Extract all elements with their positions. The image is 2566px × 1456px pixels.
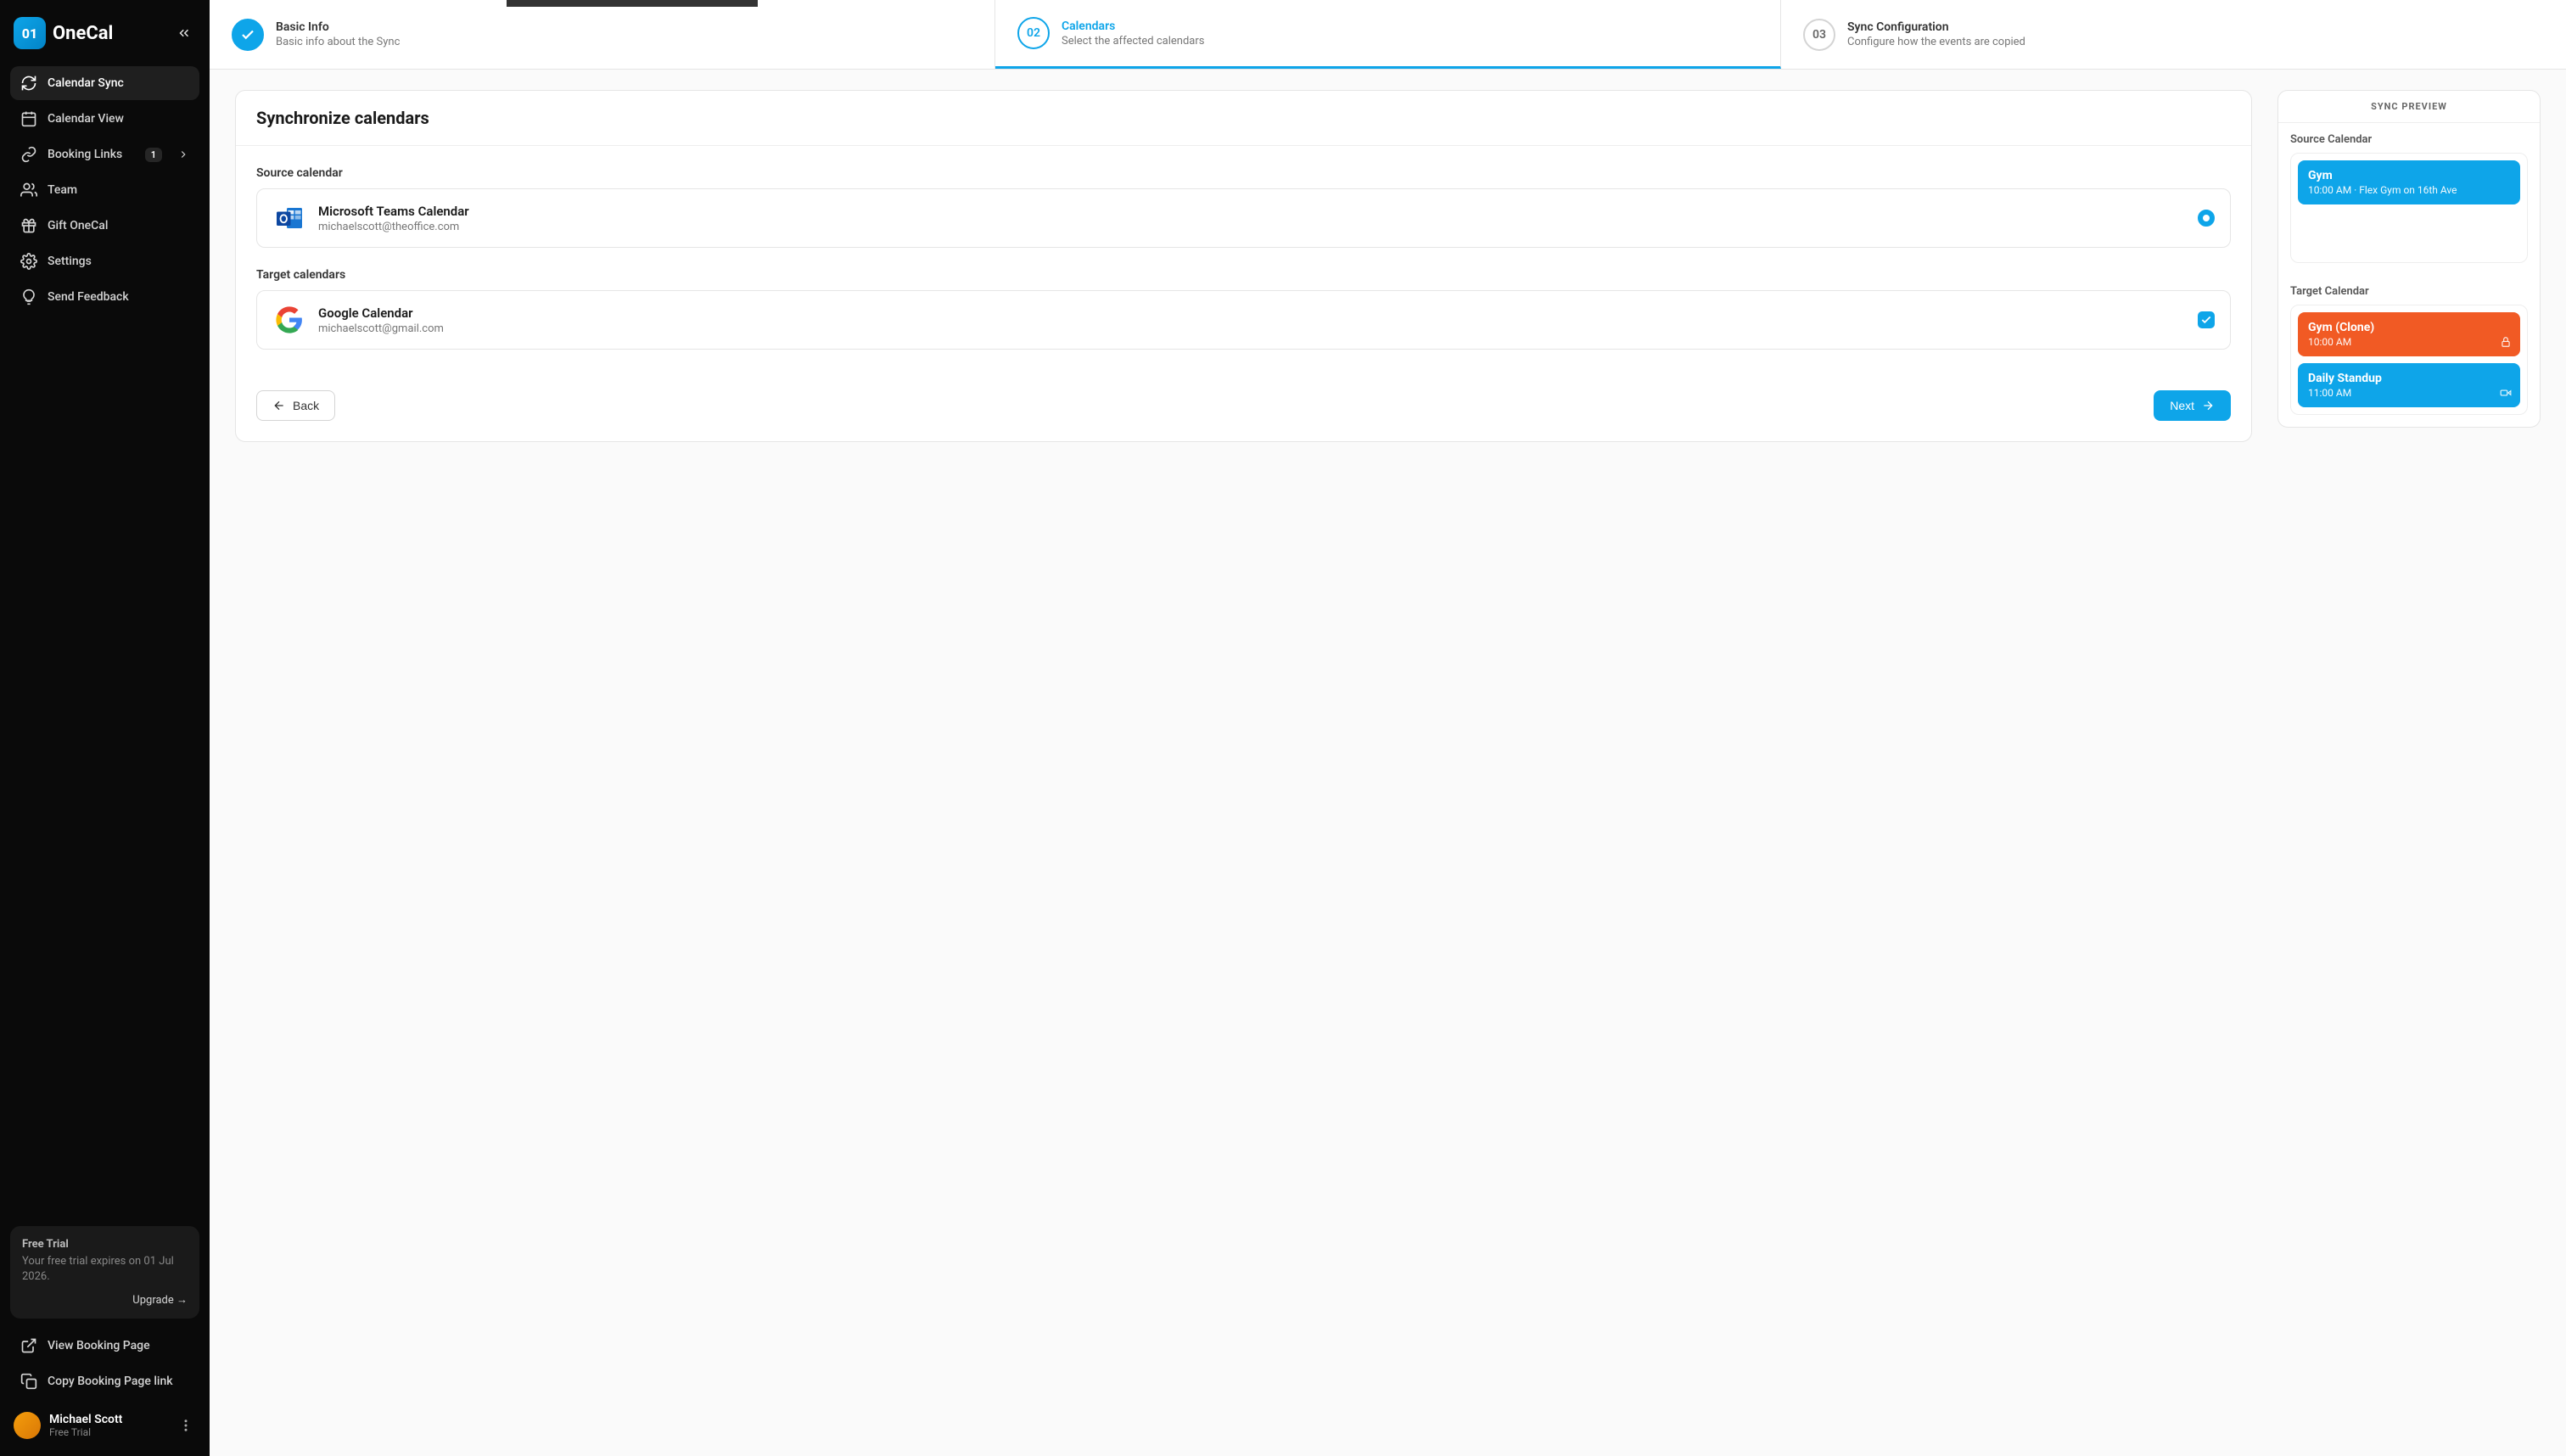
logo[interactable]: 01 OneCal bbox=[14, 17, 113, 49]
event-title: Daily Standup bbox=[2308, 372, 2510, 385]
preview-event: Gym (Clone) 10:00 AM bbox=[2298, 312, 2520, 356]
nav-team[interactable]: Team bbox=[10, 173, 199, 207]
nav-badge: 1 bbox=[145, 148, 162, 162]
upgrade-link[interactable]: Upgrade → bbox=[22, 1293, 188, 1307]
next-label: Next bbox=[2170, 399, 2194, 412]
copy-icon bbox=[20, 1373, 37, 1390]
target-calendars-label: Target calendars bbox=[256, 268, 2231, 282]
step-number: 03 bbox=[1803, 19, 1835, 51]
stepper: Basic Info Basic info about the Sync 02 … bbox=[210, 0, 2566, 70]
copy-booking-link[interactable]: Copy Booking Page link bbox=[10, 1364, 199, 1398]
chevrons-left-icon bbox=[176, 25, 192, 41]
user-name: Michael Scott bbox=[49, 1413, 122, 1426]
step-title: Sync Configuration bbox=[1847, 20, 2025, 34]
nav-booking-links[interactable]: Booking Links 1 bbox=[10, 137, 199, 171]
main-content: Basic Info Basic info about the Sync 02 … bbox=[210, 0, 2566, 1456]
lock-icon bbox=[2500, 336, 2512, 348]
calendar-email: michaelscott@theoffice.com bbox=[318, 221, 469, 233]
chevron-right-icon bbox=[177, 148, 189, 160]
main-nav: Calendar Sync Calendar View Booking Link… bbox=[10, 66, 199, 314]
trial-title: Free Trial bbox=[22, 1238, 188, 1251]
avatar bbox=[14, 1412, 41, 1439]
source-calendar-label: Source calendar bbox=[256, 166, 2231, 180]
logo-badge: 01 bbox=[14, 17, 46, 49]
check-icon bbox=[2200, 314, 2212, 326]
view-booking-page-link[interactable]: View Booking Page bbox=[10, 1329, 199, 1363]
target-calendar-option[interactable]: Google Calendar michaelscott@gmail.com bbox=[256, 290, 2231, 350]
gear-icon bbox=[20, 253, 37, 270]
event-subtitle: 10:00 AM · Flex Gym on 16th Ave bbox=[2308, 184, 2510, 196]
preview-event: Gym 10:00 AM · Flex Gym on 16th Ave bbox=[2298, 160, 2520, 204]
sync-form-card: Synchronize calendars Source calendar Mi… bbox=[235, 90, 2252, 442]
step-title: Basic Info bbox=[276, 20, 400, 34]
event-title: Gym (Clone) bbox=[2308, 321, 2510, 334]
sidebar: 01 OneCal Calendar Sync Calendar View Bo… bbox=[0, 0, 210, 1456]
arrow-right-icon bbox=[2201, 399, 2215, 412]
nav-label: Send Feedback bbox=[48, 290, 129, 304]
trial-card: Free Trial Your free trial expires on 01… bbox=[10, 1226, 199, 1319]
preview-header: SYNC PREVIEW bbox=[2278, 91, 2540, 123]
next-button[interactable]: Next bbox=[2154, 390, 2231, 421]
link-icon bbox=[20, 146, 37, 163]
more-vertical-icon bbox=[178, 1418, 193, 1433]
nav-settings[interactable]: Settings bbox=[10, 244, 199, 278]
video-icon bbox=[2500, 387, 2512, 399]
user-more-button[interactable] bbox=[176, 1415, 196, 1436]
users-icon bbox=[20, 182, 37, 199]
event-subtitle: 11:00 AM bbox=[2308, 387, 2510, 399]
external-link-icon bbox=[20, 1337, 37, 1354]
step-subtitle: Basic info about the Sync bbox=[276, 36, 400, 48]
event-title: Gym bbox=[2308, 169, 2510, 182]
step-subtitle: Select the affected calendars bbox=[1062, 35, 1204, 48]
lightbulb-icon bbox=[20, 288, 37, 305]
preview-target-label: Target Calendar bbox=[2278, 275, 2540, 305]
sync-preview-panel: SYNC PREVIEW Source Calendar Gym 10:00 A… bbox=[2277, 90, 2541, 428]
nav-label: Settings bbox=[48, 255, 92, 268]
gift-icon bbox=[20, 217, 37, 234]
nav-label: Copy Booking Page link bbox=[48, 1375, 173, 1388]
step-number: 02 bbox=[1017, 17, 1050, 49]
calendar-name: Google Calendar bbox=[318, 305, 444, 321]
nav-label: Booking Links bbox=[48, 148, 122, 161]
preview-target-block: Gym (Clone) 10:00 AM Daily Standup 11:00… bbox=[2290, 305, 2528, 415]
user-menu[interactable]: Michael Scott Free Trial bbox=[10, 1405, 199, 1446]
step-subtitle: Configure how the events are copied bbox=[1847, 36, 2025, 48]
sidebar-collapse-button[interactable] bbox=[172, 21, 196, 45]
calendar-email: michaelscott@gmail.com bbox=[318, 322, 444, 335]
event-subtitle: 10:00 AM bbox=[2308, 336, 2510, 348]
google-icon bbox=[272, 305, 306, 335]
nav-label: Team bbox=[48, 183, 77, 197]
nav-gift[interactable]: Gift OneCal bbox=[10, 209, 199, 243]
preview-source-label: Source Calendar bbox=[2278, 123, 2540, 153]
sync-icon bbox=[20, 75, 37, 92]
step-check-icon bbox=[232, 19, 264, 51]
calendar-icon bbox=[20, 110, 37, 127]
nav-feedback[interactable]: Send Feedback bbox=[10, 280, 199, 314]
target-checkbox[interactable] bbox=[2198, 311, 2215, 328]
nav-calendar-sync[interactable]: Calendar Sync bbox=[10, 66, 199, 100]
back-label: Back bbox=[293, 399, 319, 412]
source-radio[interactable] bbox=[2198, 210, 2215, 227]
arrow-left-icon bbox=[272, 399, 286, 412]
nav-label: Calendar Sync bbox=[48, 76, 124, 90]
trial-text: Your free trial expires on 01 Jul 2026. bbox=[22, 1254, 188, 1285]
nav-label: Calendar View bbox=[48, 112, 124, 126]
user-plan: Free Trial bbox=[49, 1426, 122, 1438]
card-title: Synchronize calendars bbox=[256, 108, 2231, 128]
step-sync-config[interactable]: 03 Sync Configuration Configure how the … bbox=[1781, 0, 2566, 69]
calendar-name: Microsoft Teams Calendar bbox=[318, 204, 469, 219]
logo-text: OneCal bbox=[53, 23, 113, 44]
preview-event: Daily Standup 11:00 AM bbox=[2298, 363, 2520, 407]
step-title: Calendars bbox=[1062, 20, 1204, 33]
nav-calendar-view[interactable]: Calendar View bbox=[10, 102, 199, 136]
step-basic-info[interactable]: Basic Info Basic info about the Sync bbox=[210, 0, 995, 69]
step-calendars[interactable]: 02 Calendars Select the affected calenda… bbox=[995, 0, 1781, 69]
nav-label: View Booking Page bbox=[48, 1339, 150, 1352]
source-calendar-option[interactable]: Microsoft Teams Calendar michaelscott@th… bbox=[256, 188, 2231, 248]
back-button[interactable]: Back bbox=[256, 390, 335, 421]
nav-label: Gift OneCal bbox=[48, 219, 108, 232]
preview-source-block: Gym 10:00 AM · Flex Gym on 16th Ave bbox=[2290, 153, 2528, 263]
outlook-icon bbox=[272, 203, 306, 233]
